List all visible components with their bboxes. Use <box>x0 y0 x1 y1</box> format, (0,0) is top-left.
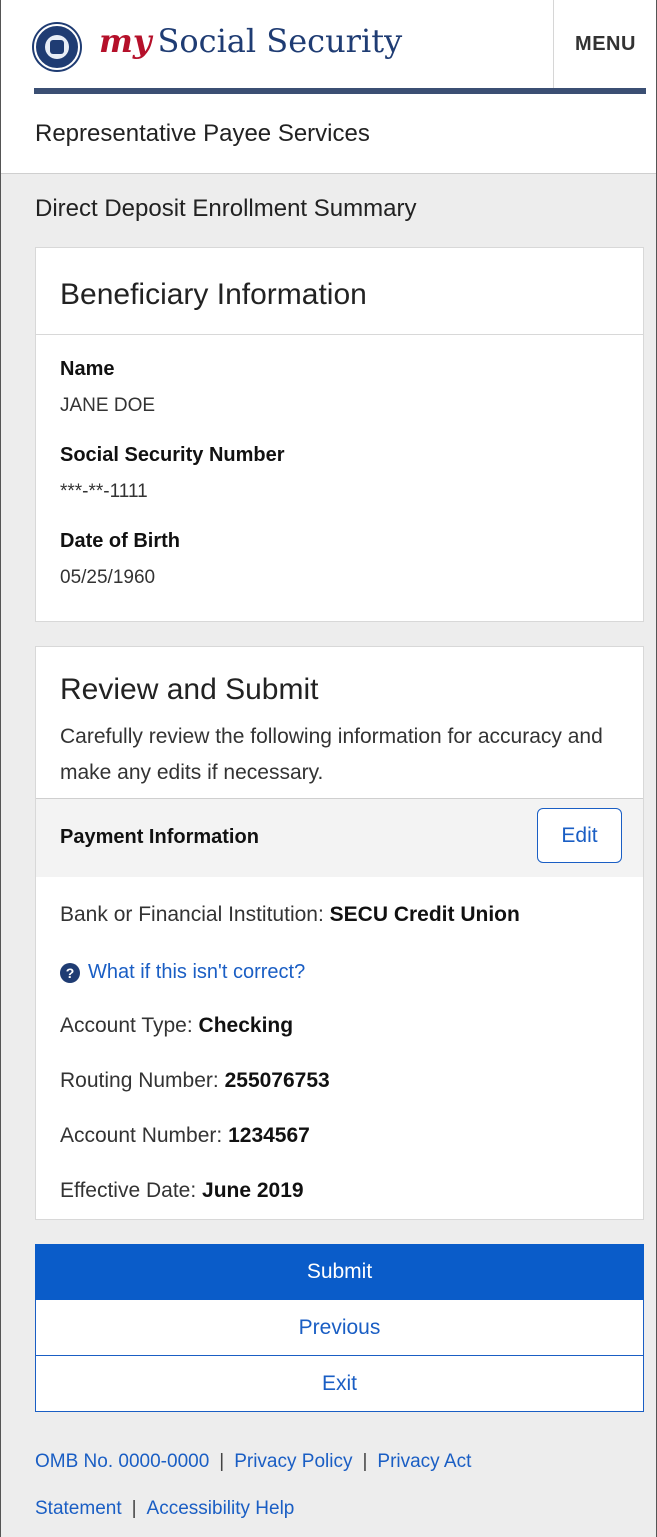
service-title-bar: Representative Payee Services <box>1 98 656 174</box>
name-value: JANE DOE <box>60 395 156 416</box>
action-buttons: Submit Previous Exit <box>35 1244 644 1412</box>
name-label: Name <box>60 358 115 380</box>
edit-button[interactable]: Edit <box>537 808 622 863</box>
payment-info-label: Payment Information <box>60 826 259 848</box>
brand-my: my <box>99 22 152 60</box>
routing-value: 255076753 <box>224 1069 330 1092</box>
page-title: Direct Deposit Enrollment Summary <box>35 195 417 222</box>
bank-row: Bank or Financial Institution: SECU Cred… <box>60 903 520 927</box>
dob-label: Date of Birth <box>60 530 180 552</box>
beneficiary-card: Beneficiary Information Name JANE DOE So… <box>35 247 644 622</box>
previous-button[interactable]: Previous <box>35 1300 644 1356</box>
footer-separator: | <box>219 1451 225 1472</box>
site-header: my Social Security MENU <box>1 0 656 98</box>
card-divider <box>36 334 643 335</box>
account-number-value: 1234567 <box>228 1124 310 1147</box>
brand-title[interactable]: my Social Security <box>99 22 402 60</box>
bank-label: Bank or Financial Institution: <box>60 903 324 926</box>
payment-info-header: Payment Information Edit <box>36 798 643 877</box>
account-number-label: Account Number: <box>60 1124 223 1147</box>
brand-name: Social Security <box>157 22 403 60</box>
effective-date-label: Effective Date: <box>60 1179 197 1202</box>
submit-button[interactable]: Submit <box>35 1244 644 1300</box>
help-link-text[interactable]: What if this isn't correct? <box>88 961 305 984</box>
ssn-label: Social Security Number <box>60 444 285 466</box>
account-number-row: Account Number: 1234567 <box>60 1124 310 1148</box>
privacy-policy-link[interactable]: Privacy Policy <box>234 1451 352 1472</box>
help-link[interactable]: ? What if this isn't correct? <box>60 961 305 984</box>
routing-row: Routing Number: 255076753 <box>60 1069 330 1093</box>
service-title: Representative Payee Services <box>35 120 370 147</box>
account-type-value: Checking <box>198 1014 294 1037</box>
ssa-seal-logo[interactable] <box>34 24 80 70</box>
exit-button[interactable]: Exit <box>35 1356 644 1412</box>
effective-date-value: June 2019 <box>202 1179 304 1202</box>
ssn-value: ***-**-1111 <box>60 481 148 502</box>
question-circle-icon: ? <box>60 962 80 983</box>
footer-separator: | <box>362 1451 368 1472</box>
review-card: Review and Submit Carefully review the f… <box>35 646 644 1220</box>
effective-date-row: Effective Date: June 2019 <box>60 1179 304 1203</box>
review-title: Review and Submit <box>60 673 319 706</box>
accessibility-help-link[interactable]: Accessibility Help <box>147 1498 295 1519</box>
account-type-row: Account Type: Checking <box>60 1014 293 1038</box>
footer-links: OMB No. 0000-0000 | Privacy Policy | Privacy… <box>35 1438 635 1532</box>
footer-separator: | <box>131 1498 137 1519</box>
account-type-label: Account Type: <box>60 1014 193 1037</box>
review-description: Carefully review the following informati… <box>60 725 603 784</box>
header-divider <box>34 88 646 94</box>
routing-label: Routing Number: <box>60 1069 219 1092</box>
dob-value: 05/25/1960 <box>60 567 156 588</box>
omb-link[interactable]: OMB No. 0000-0000 <box>35 1451 209 1472</box>
bank-value: SECU Credit Union <box>329 903 520 926</box>
menu-button[interactable]: MENU <box>553 0 657 88</box>
beneficiary-title: Beneficiary Information <box>60 278 367 311</box>
